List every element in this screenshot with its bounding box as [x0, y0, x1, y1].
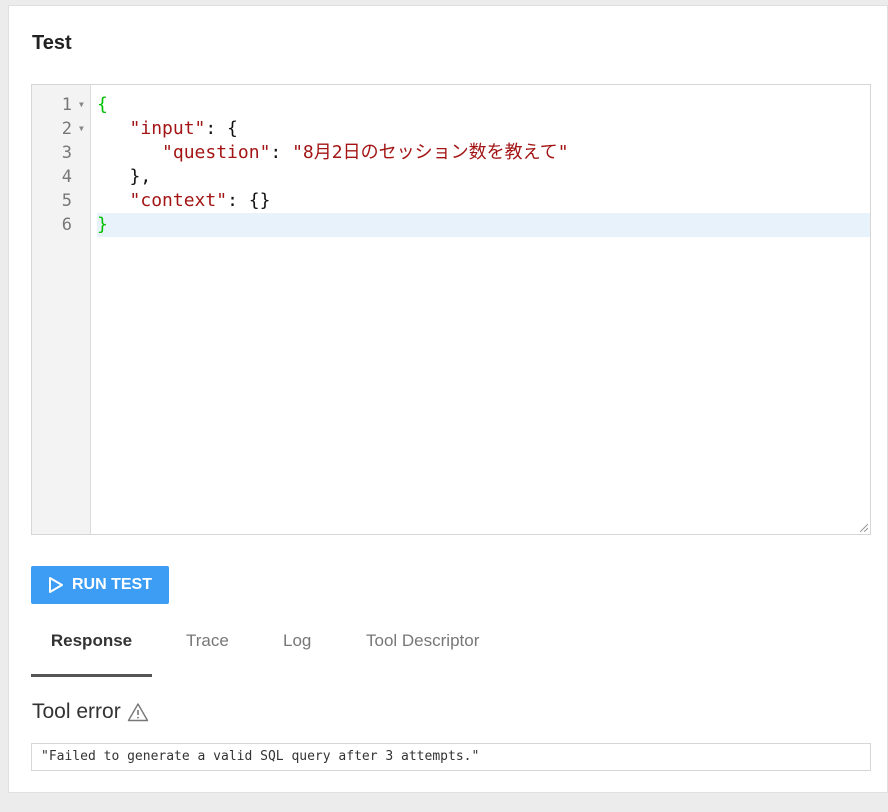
resize-handle-icon[interactable] — [860, 524, 868, 532]
line-number: 5 — [61, 191, 72, 211]
code-line-1[interactable]: { — [97, 93, 870, 117]
code-text: }, — [129, 166, 152, 187]
code-line-6[interactable]: } — [97, 213, 870, 237]
error-message-box: "Failed to generate a valid SQL query af… — [31, 743, 871, 771]
line-number: 4 — [61, 167, 72, 187]
code-line-5[interactable]: "context": {} — [97, 189, 870, 213]
json-key: "input" — [129, 118, 206, 139]
code-line-3[interactable]: "question": "8月2日のセッション数を教えて" — [97, 141, 870, 165]
fold-arrow-icon[interactable]: ▼ — [79, 117, 84, 141]
tab-log[interactable]: Log — [283, 626, 311, 674]
run-test-button[interactable]: RUN TEST — [31, 566, 169, 604]
code-line-4[interactable]: }, — [97, 165, 870, 189]
tab-tool-descriptor[interactable]: Tool Descriptor — [366, 626, 479, 674]
code-line-2[interactable]: "input": { — [97, 117, 870, 141]
code-text: : { — [205, 118, 238, 139]
fold-arrow-icon[interactable]: ▼ — [79, 93, 84, 117]
line-number: 3 — [61, 143, 72, 163]
line-number: 1 — [61, 95, 72, 115]
open-brace: { — [97, 94, 108, 115]
test-panel: Test 1 ▼ 2 ▼ 3 4 5 6 { "input": { "quest… — [8, 5, 888, 793]
tab-trace[interactable]: Trace — [186, 626, 229, 674]
result-tabs: Response Trace Log Tool Descriptor — [31, 626, 871, 677]
json-string-value: "8月2日のセッション数を教えて" — [292, 142, 569, 163]
play-icon — [49, 577, 63, 593]
tab-response[interactable]: Response — [31, 626, 152, 677]
tool-error-heading: Tool error — [32, 700, 149, 724]
line-number: 2 — [61, 119, 72, 139]
code-text: : {} — [227, 190, 271, 211]
tool-error-label: Tool error — [32, 700, 121, 723]
run-test-label: RUN TEST — [72, 576, 152, 593]
close-brace: } — [97, 214, 108, 235]
json-key: "question" — [162, 142, 271, 163]
line-number: 6 — [61, 215, 72, 235]
section-title: Test — [32, 32, 72, 54]
json-key: "context" — [129, 190, 228, 211]
warning-icon — [127, 703, 148, 722]
code-text: : — [270, 142, 293, 163]
editor-gutter: 1 ▼ 2 ▼ 3 4 5 6 — [32, 85, 91, 534]
json-editor[interactable]: 1 ▼ 2 ▼ 3 4 5 6 { "input": { "question":… — [31, 84, 871, 535]
